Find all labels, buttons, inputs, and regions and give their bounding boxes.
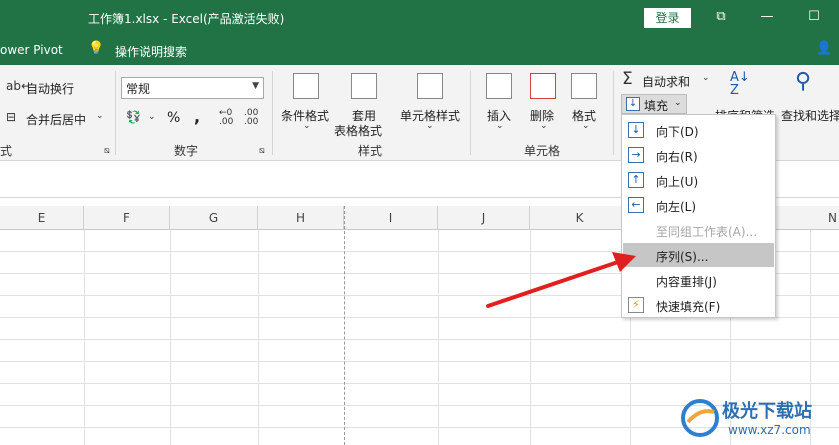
annotation-arrow: [486, 252, 636, 308]
watermark-logo-icon: [681, 399, 719, 437]
watermark: 极光下载站 www.xz7.com: [680, 395, 839, 445]
watermark-url: www.xz7.com: [728, 423, 811, 437]
annotation-arrow-shaft: [486, 260, 620, 308]
watermark-brand: 极光下载站: [722, 401, 812, 422]
